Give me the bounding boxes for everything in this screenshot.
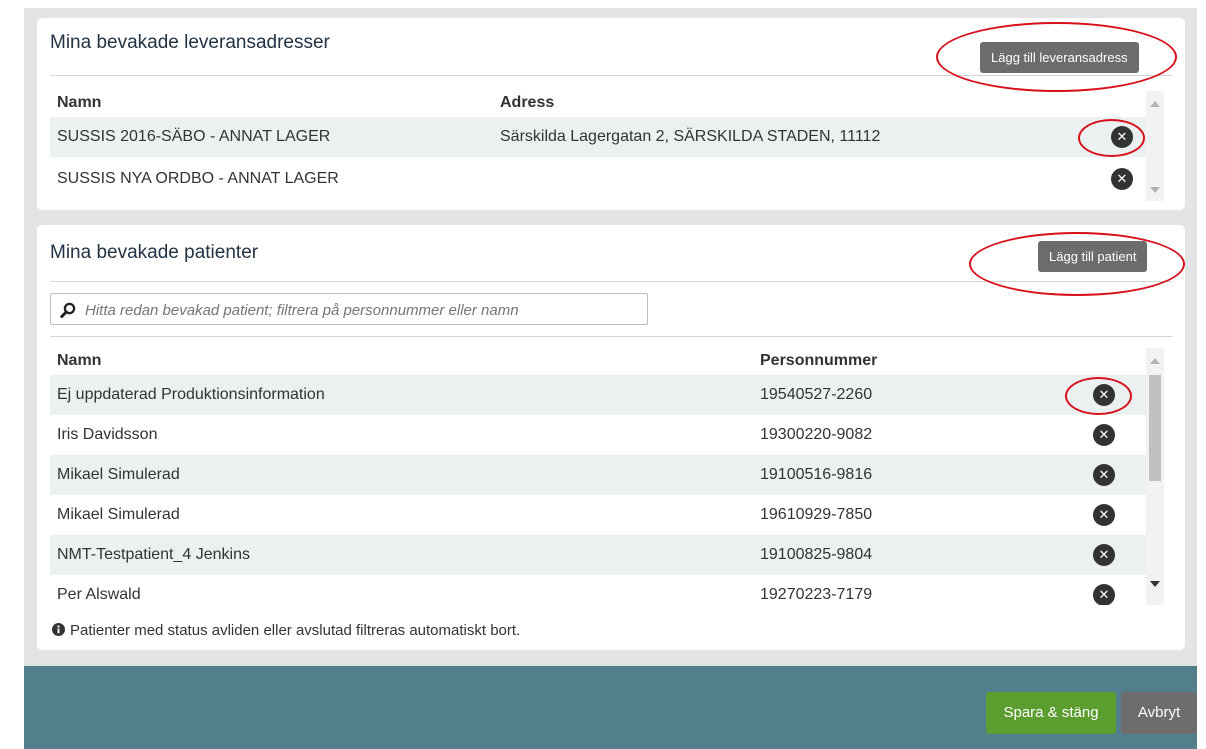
patient-row[interactable]: Iris Davidsson 19300220-9082 ✕ — [50, 415, 1146, 455]
patient-pnr: 19100516-9816 — [760, 466, 873, 483]
patient-name: Iris Davidsson — [57, 426, 158, 443]
patients-header-name: Namn — [57, 352, 102, 369]
patient-name: Per Alswald — [57, 586, 141, 603]
remove-patient-icon[interactable]: ✕ — [1093, 464, 1115, 486]
patients-header-pnr: Personnummer — [760, 352, 878, 369]
address-row-address: Särskilda Lagergatan 2, SÄRSKILDA STADEN… — [500, 128, 881, 145]
search-icon — [60, 302, 76, 318]
patient-name: NMT-Testpatient_4 Jenkins — [57, 546, 250, 563]
patient-row[interactable]: Ej uppdaterad Produktionsinformation 195… — [50, 375, 1146, 415]
cancel-label: Avbryt — [1137, 704, 1181, 721]
divider — [50, 75, 1172, 76]
patient-search-field[interactable] — [50, 293, 648, 326]
divider — [50, 281, 1172, 282]
scroll-thumb[interactable] — [1149, 375, 1161, 481]
patient-pnr: 19540527-2260 — [760, 386, 873, 403]
add-address-button[interactable]: Lägg till leveransadress — [980, 42, 1139, 73]
save-close-label: Spara & stäng — [1003, 704, 1099, 721]
patient-row[interactable]: Mikael Simulerad 19610929-7850 ✕ — [50, 495, 1146, 535]
addresses-scrollbar[interactable] — [1146, 91, 1164, 201]
remove-patient-icon[interactable]: ✕ — [1093, 424, 1115, 446]
patient-name: Mikael Simulerad — [57, 466, 180, 483]
patient-name: Ej uppdaterad Produktionsinformation — [57, 386, 325, 403]
remove-address-icon[interactable]: ✕ — [1111, 126, 1133, 148]
remove-address-icon[interactable]: ✕ — [1111, 168, 1133, 190]
addresses-header-name: Namn — [57, 94, 102, 111]
address-row-name: SUSSIS 2016-SÄBO - ANNAT LAGER — [57, 128, 331, 145]
watchlist-dialog: Mina bevakade leveransadresser Lägg till… — [24, 8, 1197, 749]
address-row: SUSSIS NYA ORDBO - ANNAT LAGER ✕ — [50, 159, 1146, 199]
info-icon — [52, 623, 65, 636]
divider — [50, 336, 1172, 337]
patients-scrollbar[interactable] — [1146, 348, 1164, 605]
address-row-name: SUSSIS NYA ORDBO - ANNAT LAGER — [57, 170, 339, 187]
patients-title: Mina bevakade patienter — [50, 242, 259, 263]
scroll-down-icon[interactable] — [1150, 187, 1160, 193]
patient-pnr: 19100825-9804 — [760, 546, 873, 563]
patient-search-input[interactable] — [83, 294, 647, 326]
patients-panel: Mina bevakade patienter Lägg till patien… — [37, 225, 1185, 650]
patient-pnr: 19610929-7850 — [760, 506, 873, 523]
patient-pnr: 19270223-7179 — [760, 586, 873, 603]
remove-patient-icon[interactable]: ✕ — [1093, 544, 1115, 566]
scroll-up-icon[interactable] — [1150, 101, 1160, 107]
addresses-panel: Mina bevakade leveransadresser Lägg till… — [37, 18, 1185, 210]
remove-patient-icon[interactable]: ✕ — [1093, 384, 1115, 406]
addresses-header-address: Adress — [500, 94, 555, 111]
scroll-up-icon[interactable] — [1150, 358, 1160, 364]
patient-row[interactable]: Per Alswald 19270223-7179 ✕ — [50, 575, 1146, 605]
filter-info-text: Patienter med status avliden eller avslu… — [70, 622, 521, 639]
add-patient-button[interactable]: Lägg till patient — [1038, 241, 1148, 272]
addresses-title: Mina bevakade leveransadresser — [50, 32, 330, 53]
patient-row[interactable]: Mikael Simulerad 19100516-9816 ✕ — [50, 455, 1146, 495]
save-close-button[interactable]: Spara & stäng — [986, 692, 1116, 734]
patient-name: Mikael Simulerad — [57, 506, 180, 523]
remove-patient-icon[interactable]: ✕ — [1093, 584, 1115, 605]
cancel-button[interactable]: Avbryt — [1121, 692, 1197, 734]
patients-list: Ej uppdaterad Produktionsinformation 195… — [37, 375, 1185, 605]
dialog-body: Mina bevakade leveransadresser Lägg till… — [24, 8, 1197, 666]
address-row: SUSSIS 2016-SÄBO - ANNAT LAGER Särskilda… — [50, 117, 1146, 157]
patient-row[interactable]: NMT-Testpatient_4 Jenkins 19100825-9804 … — [50, 535, 1146, 575]
filter-info: Patienter med status avliden eller avslu… — [52, 622, 520, 639]
remove-patient-icon[interactable]: ✕ — [1093, 504, 1115, 526]
patient-pnr: 19300220-9082 — [760, 426, 873, 443]
scroll-down-icon[interactable] — [1150, 581, 1160, 587]
